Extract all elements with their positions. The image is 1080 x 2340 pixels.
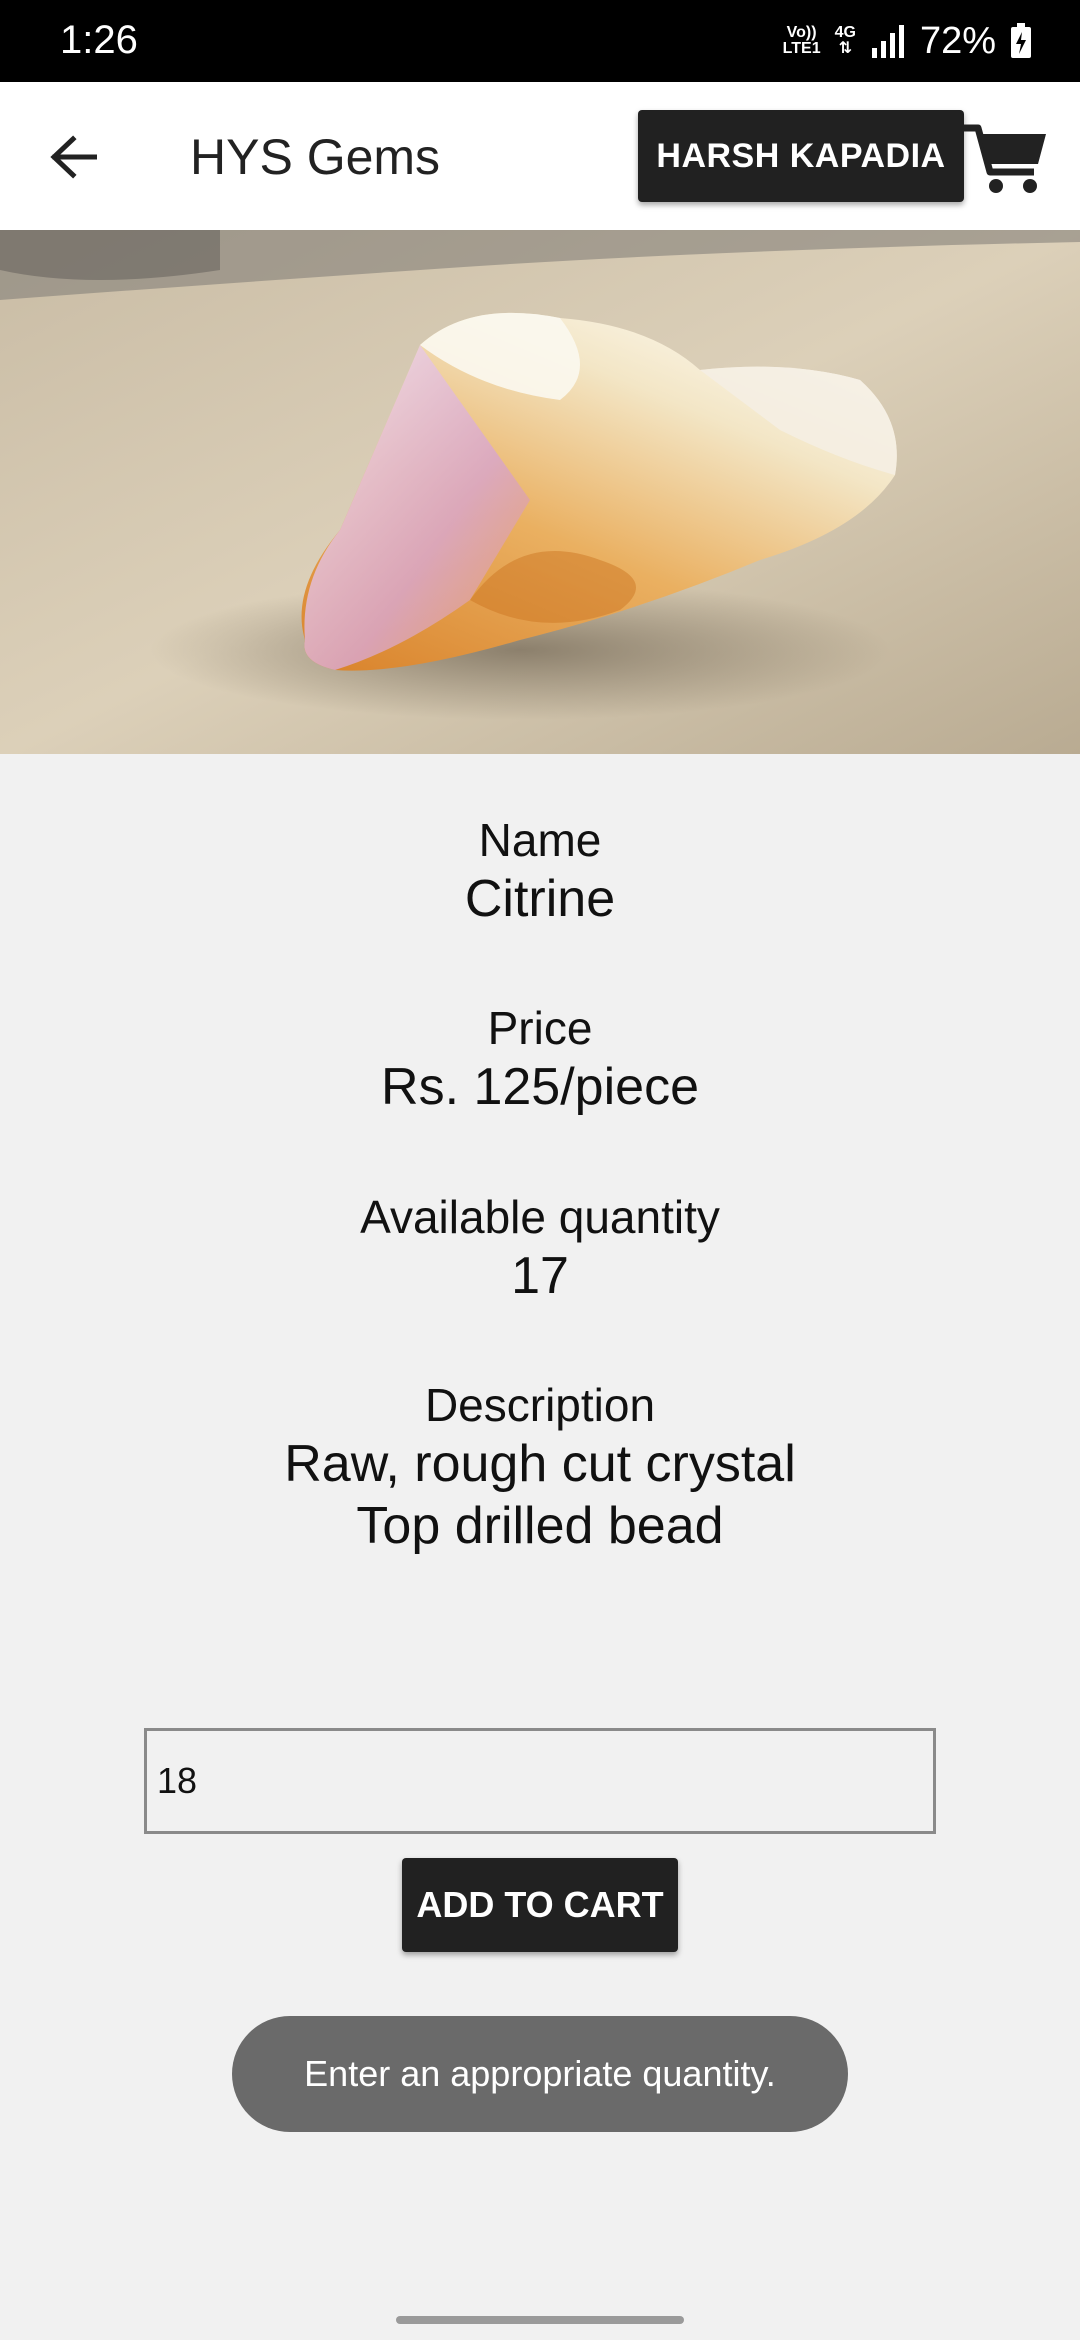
product-image — [0, 230, 1080, 754]
toast-message: Enter an appropriate quantity. — [232, 2016, 848, 2132]
network-type-label: 4G — [834, 24, 856, 41]
description-line-1: Raw, rough cut crystal — [284, 1435, 796, 1493]
network-type-indicator: 4G ⇅ — [835, 25, 856, 57]
lte-label: LTE1 — [782, 40, 821, 57]
arrow-left-icon — [50, 135, 97, 179]
app-bar: HYS Gems HARSH KAPADIA — [0, 82, 1080, 230]
available-quantity-value: 17 — [511, 1247, 569, 1305]
name-label: Name — [478, 814, 602, 866]
status-icons: Vo)) LTE1 4G ⇅ 72% — [783, 18, 1032, 64]
home-indicator[interactable] — [396, 2316, 684, 2324]
shopping-cart-icon — [964, 124, 1046, 193]
description-section: Description Raw, rough cut crystal Top d… — [0, 1377, 1080, 1557]
name-section: Name Citrine — [0, 812, 1080, 930]
name-value: Citrine — [464, 870, 616, 928]
quantity-section: Available quantity 17 — [0, 1189, 1080, 1307]
cart-button[interactable] — [962, 122, 1048, 196]
volte-indicator: Vo)) LTE1 — [783, 25, 821, 57]
back-button[interactable] — [40, 124, 106, 190]
description-line-2: Top drilled bead — [356, 1497, 724, 1555]
battery-charging-icon — [1011, 23, 1031, 58]
price-value: Rs. 125/piece — [381, 1058, 699, 1116]
volte-label: Vo)) — [786, 24, 817, 41]
description-label: Description — [424, 1379, 656, 1431]
status-time: 1:26 — [60, 18, 138, 62]
status-bar: 1:26 Vo)) LTE1 4G ⇅ 72% — [0, 0, 1080, 82]
citrine-crystal-image — [0, 230, 1080, 754]
user-account-button[interactable]: HARSH KAPADIA — [638, 110, 964, 202]
price-label: Price — [487, 1002, 593, 1054]
quantity-input[interactable] — [144, 1728, 936, 1834]
add-to-cart-button[interactable]: ADD TO CART — [402, 1858, 678, 1952]
signal-icon — [871, 25, 904, 58]
data-arrows-icon: ⇅ — [838, 40, 852, 57]
available-quantity-label: Available quantity — [360, 1191, 720, 1243]
app-title: HYS Gems — [190, 129, 441, 185]
price-section: Price Rs. 125/piece — [0, 1000, 1080, 1118]
battery-percent: 72% — [919, 19, 996, 62]
